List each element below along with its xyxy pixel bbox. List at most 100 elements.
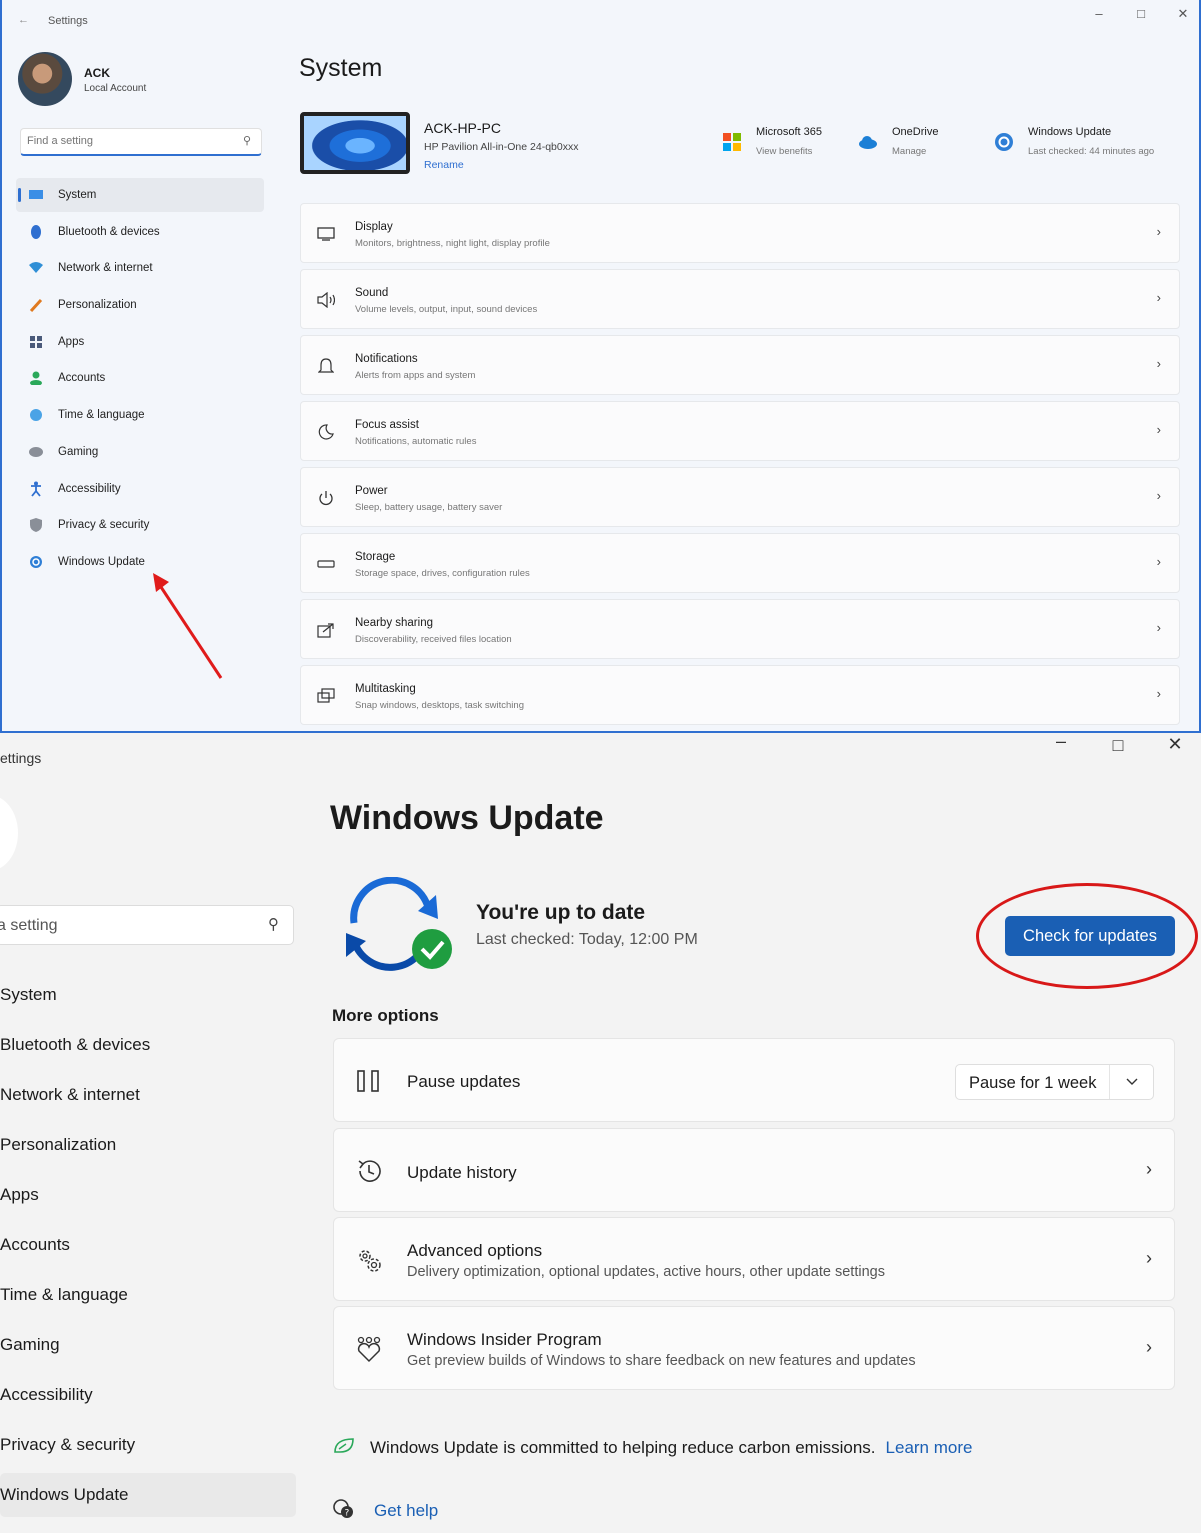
sidebar-item-label: Personalization (0, 1135, 117, 1154)
search-box[interactable]: ⚲ (20, 128, 262, 156)
advanced-options-sub: Delivery optimization, optional updates,… (407, 1264, 885, 1280)
get-help-link[interactable]: ? Get help (332, 1498, 439, 1523)
sidebar-item-personalization[interactable]: Personalization (0, 1123, 296, 1167)
chevron-right-icon: › (1146, 1248, 1152, 1268)
sidebar-item-label: Windows Update (58, 555, 145, 568)
sidebar-item-privacy[interactable]: Privacy & security (16, 508, 264, 542)
sidebar-item-windows-update[interactable]: Windows Update (0, 1473, 296, 1517)
card-sub: Snap windows, desktops, task switching (355, 700, 524, 711)
sidebar-item-gaming[interactable]: Gaming (0, 1323, 296, 1367)
sidebar-item-apps[interactable]: Apps (16, 325, 264, 359)
get-help-label: Get help (374, 1501, 439, 1520)
sidebar-item-label: Privacy & security (58, 519, 150, 532)
minimize-button[interactable]: – (1041, 733, 1081, 752)
update-icon (28, 554, 44, 570)
sidebar-item-network[interactable]: Network & internet (16, 251, 264, 285)
multitasking-card[interactable]: Multitasking Snap windows, desktops, tas… (300, 665, 1180, 725)
card-sub: Notifications, automatic rules (355, 436, 477, 447)
chevron-right-icon: › (1156, 422, 1161, 437)
sidebar-item-label: Apps (58, 335, 85, 348)
sidebar-item-label: Network & internet (0, 1085, 140, 1104)
sidebar-item-label: Personalization (58, 299, 137, 312)
advanced-options-label: Advanced options (407, 1241, 543, 1260)
chevron-down-icon[interactable] (1109, 1065, 1153, 1099)
sidebar-item-accounts[interactable]: Accounts (0, 1223, 296, 1267)
sidebar-item-personalization[interactable]: Personalization (16, 288, 264, 322)
settings-window-system: ← Settings – □ ✕ ACK Local Account ⚲ Sys… (0, 0, 1201, 733)
sidebar-item-bluetooth[interactable]: Bluetooth & devices (0, 1023, 296, 1067)
display-icon (317, 225, 335, 243)
avatar[interactable] (18, 52, 72, 106)
update-history-row[interactable]: Update history › (333, 1128, 1175, 1212)
sidebar-item-time-language[interactable]: Time & language (0, 1273, 296, 1317)
chevron-right-icon: › (1146, 1337, 1152, 1357)
update-history-label: Update history (407, 1163, 517, 1182)
sidebar-item-gaming[interactable]: Gaming (16, 435, 264, 469)
service-sub: View benefits (756, 146, 813, 157)
focus-assist-card[interactable]: Focus assist Notifications, automatic ru… (300, 401, 1180, 461)
sidebar-item-time-language[interactable]: Time & language (16, 398, 264, 432)
storage-card[interactable]: Storage Storage space, drives, configura… (300, 533, 1180, 593)
pause-updates-label: Pause updates (407, 1072, 521, 1091)
sidebar-item-label: Accessibility (0, 1385, 93, 1404)
sidebar-item-label: Apps (0, 1185, 39, 1204)
search-input[interactable] (27, 129, 227, 153)
search-input[interactable]: a setting (0, 917, 57, 935)
gears-icon (354, 1245, 384, 1275)
sidebar-item-accounts[interactable]: Accounts (16, 361, 264, 395)
sidebar-item-accessibility[interactable]: Accessibility (16, 472, 264, 506)
sidebar-nav: System Bluetooth & devices Network & int… (0, 973, 296, 1523)
search-icon[interactable]: ⚲ (243, 134, 251, 147)
bell-icon (317, 357, 335, 375)
sidebar-nav: System Bluetooth & devices Network & int… (16, 178, 264, 582)
card-sub: Discoverability, received files location (355, 634, 512, 645)
card-title: Sound (355, 287, 389, 299)
display-card[interactable]: Display Monitors, brightness, night ligh… (300, 203, 1180, 263)
minimize-button[interactable]: – (1084, 6, 1114, 21)
sound-card[interactable]: Sound Volume levels, output, input, soun… (300, 269, 1180, 329)
sidebar-item-label: Accounts (0, 1235, 70, 1254)
search-icon[interactable]: ⚲ (268, 915, 279, 933)
accessibility-icon (28, 481, 44, 497)
history-icon (354, 1156, 384, 1186)
sidebar-item-privacy[interactable]: Privacy & security (0, 1423, 296, 1467)
power-card[interactable]: Power Sleep, battery usage, battery save… (300, 467, 1180, 527)
sidebar-item-system[interactable]: System (0, 973, 296, 1017)
close-button[interactable]: ✕ (1155, 734, 1195, 755)
sidebar-item-apps[interactable]: Apps (0, 1173, 296, 1217)
title-bar: ← Settings – □ ✕ (2, 0, 1199, 40)
windows-update-icon (995, 133, 1013, 151)
maximize-button[interactable]: □ (1098, 735, 1138, 756)
sidebar-item-network[interactable]: Network & internet (0, 1073, 296, 1117)
accounts-icon (28, 370, 44, 386)
card-title: Nearby sharing (355, 617, 433, 629)
chevron-right-icon: › (1156, 620, 1161, 635)
rename-link[interactable]: Rename (424, 159, 464, 171)
card-sub: Monitors, brightness, night light, displ… (355, 238, 550, 249)
back-arrow-icon[interactable]: ← (18, 14, 29, 26)
maximize-button[interactable]: □ (1126, 6, 1156, 21)
search-box[interactable]: a setting ⚲ (0, 905, 294, 945)
bluetooth-icon (28, 224, 44, 240)
advanced-options-row[interactable]: Advanced options Delivery optimization, … (333, 1217, 1175, 1301)
power-icon (317, 489, 335, 507)
learn-more-link[interactable]: Learn more (886, 1438, 973, 1458)
status-last-checked: Last checked: Today, 12:00 PM (476, 931, 698, 948)
avatar[interactable] (0, 795, 18, 871)
multitask-icon (317, 687, 335, 705)
pause-duration-select[interactable]: Pause for 1 week (955, 1064, 1154, 1100)
account-type: Local Account (84, 83, 147, 94)
chevron-right-icon: › (1156, 554, 1161, 569)
card-sub: Sleep, battery usage, battery saver (355, 502, 503, 513)
moon-icon (317, 423, 335, 441)
sidebar-item-bluetooth[interactable]: Bluetooth & devices (16, 215, 264, 249)
windows-insider-row[interactable]: Windows Insider Program Get preview buil… (333, 1306, 1175, 1390)
sidebar-item-system[interactable]: System (16, 178, 264, 212)
sidebar-item-label: Network & internet (58, 262, 153, 275)
sidebar-item-label: Windows Update (0, 1485, 129, 1504)
notifications-card[interactable]: Notifications Alerts from apps and syste… (300, 335, 1180, 395)
check-for-updates-button[interactable]: Check for updates (1005, 916, 1175, 956)
sidebar-item-accessibility[interactable]: Accessibility (0, 1373, 296, 1417)
close-button[interactable]: ✕ (1168, 6, 1198, 22)
nearby-sharing-card[interactable]: Nearby sharing Discoverability, received… (300, 599, 1180, 659)
